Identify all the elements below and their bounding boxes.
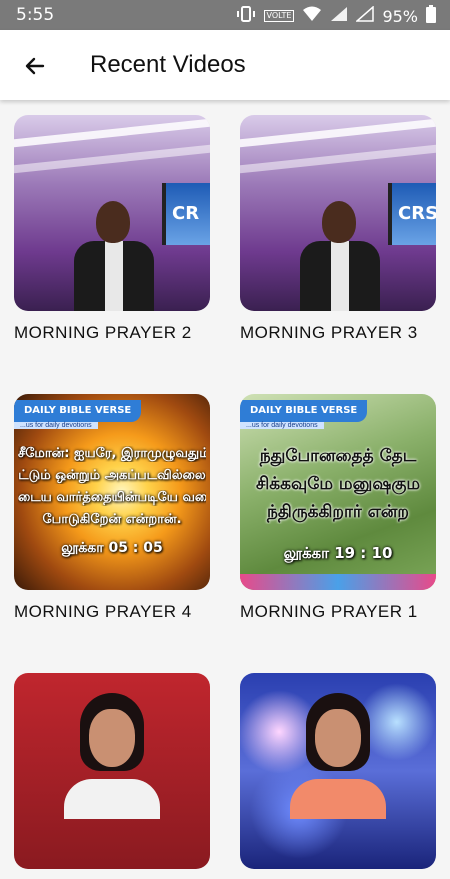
app-bar: Recent Videos bbox=[0, 30, 450, 100]
presenter-image bbox=[74, 201, 154, 311]
video-card[interactable] bbox=[14, 673, 210, 879]
video-thumbnail[interactable]: CRS bbox=[240, 115, 436, 311]
verse-line: டைய வார்த்தையின்படியே வலை bbox=[18, 490, 206, 505]
page-title: Recent Videos bbox=[90, 51, 246, 78]
verse-line: சிக்கவுமே மனுஷகும bbox=[255, 474, 421, 494]
thumbnail-banner-sub: ...us for daily devotions bbox=[14, 422, 98, 429]
verse-line: ந்துபோனதைத் தேட bbox=[259, 446, 417, 466]
video-title[interactable]: MORNING PRAYER 3 bbox=[240, 321, 436, 344]
back-button[interactable] bbox=[18, 49, 52, 83]
video-card[interactable]: DAILY BIBLE VERSE ...us for daily devoti… bbox=[240, 394, 436, 623]
speaker-image bbox=[64, 693, 160, 819]
studio-screen: CRS bbox=[388, 183, 436, 245]
studio-screen: CR bbox=[162, 183, 210, 245]
video-title[interactable]: MORNING PRAYER 1 bbox=[240, 600, 436, 623]
arrow-left-icon bbox=[25, 57, 45, 75]
video-thumbnail[interactable] bbox=[240, 673, 436, 869]
thumbnail-stripe bbox=[240, 574, 436, 590]
video-card[interactable]: CR MORNING PRAYER 2 bbox=[14, 115, 210, 344]
signal-icon bbox=[330, 6, 348, 26]
presenter-image bbox=[300, 201, 380, 311]
thumbnail-banner-sub: ...us for daily devotions bbox=[240, 422, 324, 429]
video-card[interactable]: DAILY BIBLE VERSE ...us for daily devoti… bbox=[14, 394, 210, 623]
verse-line: ட்டும் ஒன்றும் அகப்படவில்லை bbox=[18, 468, 206, 483]
verse-line: போடுகிறேன் என்றான். bbox=[42, 512, 182, 527]
verse-reference: லூக்கா 05 : 05 bbox=[61, 540, 163, 556]
thumbnail-banner: DAILY BIBLE VERSE bbox=[240, 400, 368, 422]
wifi-icon bbox=[302, 6, 322, 26]
video-thumbnail[interactable]: DAILY BIBLE VERSE ...us for daily devoti… bbox=[240, 394, 436, 590]
volte-icon: VOLTE bbox=[263, 10, 295, 22]
thumbnail-banner: DAILY BIBLE VERSE bbox=[14, 400, 142, 422]
video-thumbnail[interactable]: DAILY BIBLE VERSE ...us for daily devoti… bbox=[14, 394, 210, 590]
video-title[interactable]: MORNING PRAYER 4 bbox=[14, 600, 210, 623]
video-card[interactable] bbox=[240, 673, 436, 879]
signal-2-icon bbox=[355, 5, 375, 26]
verse-line: ந்திருக்கிறார் என்ற bbox=[267, 502, 409, 522]
battery-icon bbox=[426, 5, 436, 27]
verse-reference: லூக்கா 19 : 10 bbox=[283, 544, 393, 562]
speaker-image bbox=[290, 693, 386, 819]
video-title[interactable]: MORNING PRAYER 2 bbox=[14, 321, 210, 344]
video-thumbnail[interactable]: CR bbox=[14, 115, 210, 311]
vibrate-icon bbox=[236, 5, 256, 27]
status-bar: 5:55 VOLTE 95% bbox=[0, 0, 450, 30]
verse-line: சீமோன்: ஐயரே, இராமுழுவதும் bbox=[18, 446, 206, 461]
video-card[interactable]: CRS MORNING PRAYER 3 bbox=[240, 115, 436, 344]
video-thumbnail[interactable] bbox=[14, 673, 210, 869]
status-time: 5:55 bbox=[16, 5, 55, 25]
status-icons: VOLTE 95% bbox=[236, 5, 436, 27]
battery-percent: 95% bbox=[382, 6, 418, 26]
